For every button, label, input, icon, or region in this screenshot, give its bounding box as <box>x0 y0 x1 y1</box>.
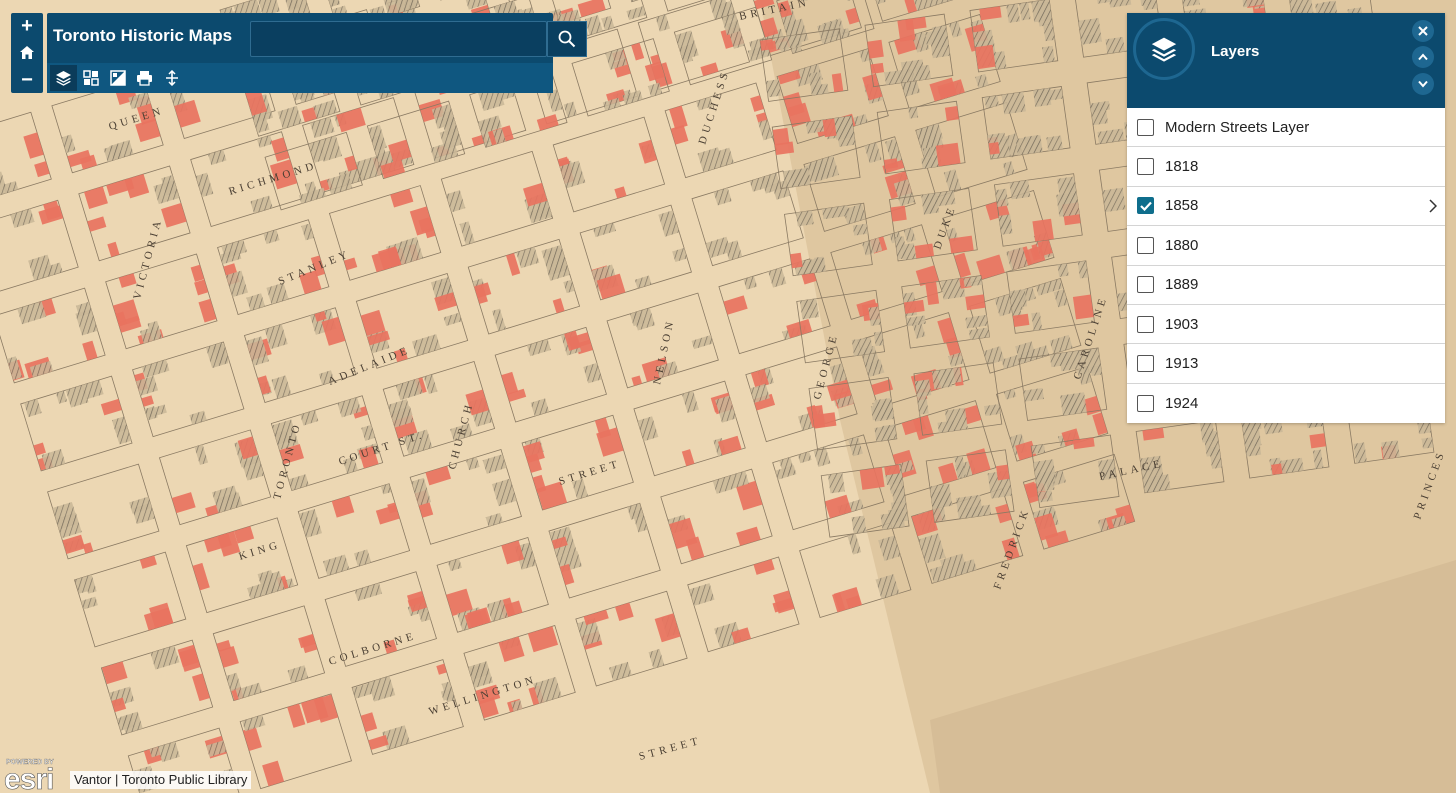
legend-button[interactable] <box>104 65 131 91</box>
layer-label: 1913 <box>1165 355 1199 373</box>
layer-checkbox[interactable] <box>1137 118 1154 136</box>
print-icon <box>137 71 152 86</box>
layer-expand-button[interactable] <box>1429 199 1438 218</box>
zoom-out-button[interactable]: − <box>11 67 43 93</box>
layer-list: Modern Streets Layer 1818 1858 1880 1889 1903… <box>1127 108 1445 423</box>
zoom-in-button[interactable]: + <box>11 13 43 39</box>
layer-label: 1924 <box>1165 394 1199 412</box>
layers-panel: Layers Modern Streets Layer 1818 1858 1880 1… <box>1127 13 1445 423</box>
layers-panel-header: Layers <box>1127 13 1445 108</box>
chevron-down-icon <box>1418 80 1428 88</box>
print-button[interactable] <box>131 65 158 91</box>
search-button[interactable] <box>547 21 587 57</box>
layer-label: 1880 <box>1165 236 1199 254</box>
layer-checkbox[interactable] <box>1137 355 1154 373</box>
layer-label: Modern Streets Layer <box>1165 118 1310 136</box>
layer-item[interactable]: 1924 <box>1127 384 1445 423</box>
layers-icon <box>1151 37 1177 62</box>
layer-checkbox[interactable] <box>1137 315 1154 333</box>
layer-item[interactable]: 1818 <box>1127 147 1445 187</box>
layer-checkbox[interactable] <box>1137 158 1154 176</box>
layer-checkbox[interactable] <box>1137 197 1154 215</box>
chevron-right-icon <box>1429 199 1438 213</box>
next-panel-button[interactable] <box>1412 73 1434 95</box>
layers-panel-icon <box>1133 18 1195 80</box>
layer-label: 1818 <box>1165 158 1199 176</box>
legend-icon <box>109 70 126 86</box>
close-panel-button[interactable] <box>1412 20 1434 42</box>
home-icon <box>20 46 34 60</box>
previous-panel-button[interactable] <box>1412 46 1434 68</box>
chevron-up-icon <box>1418 53 1428 61</box>
layer-checkbox[interactable] <box>1137 394 1154 412</box>
widget-toolbar <box>47 63 553 93</box>
close-icon <box>1418 26 1428 36</box>
measure-icon <box>165 70 178 86</box>
layers-icon <box>56 71 71 86</box>
layer-checkbox[interactable] <box>1137 236 1154 254</box>
layer-item[interactable]: 1903 <box>1127 305 1445 345</box>
measure-button[interactable] <box>158 65 185 91</box>
svg-text:esri: esri <box>4 763 53 792</box>
esri-logo: POWERED BY esri <box>4 759 55 792</box>
layer-item[interactable]: 1880 <box>1127 226 1445 266</box>
checkmark-icon <box>1139 201 1152 211</box>
home-button[interactable] <box>11 40 43 66</box>
basemap-gallery-icon <box>82 70 99 86</box>
app-header: Toronto Historic Maps <box>47 13 587 93</box>
layer-checkbox[interactable] <box>1137 276 1154 294</box>
layer-item[interactable]: 1913 <box>1127 344 1445 384</box>
layer-label: 1903 <box>1165 315 1199 333</box>
layers-tool-button[interactable] <box>50 65 77 91</box>
map-attribution: Vantor | Toronto Public Library <box>70 771 252 789</box>
basemap-gallery-button[interactable] <box>77 65 104 91</box>
zoom-controls: + − <box>11 13 43 93</box>
layers-panel-title: Layers <box>1211 43 1260 60</box>
layer-label: 1858 <box>1165 197 1199 215</box>
layer-item[interactable]: 1889 <box>1127 266 1445 305</box>
layer-label: 1889 <box>1165 276 1199 294</box>
layer-item[interactable]: 1858 <box>1127 187 1445 227</box>
search-icon <box>558 30 576 48</box>
search-input[interactable] <box>250 21 547 57</box>
layer-item[interactable]: Modern Streets Layer <box>1127 108 1445 148</box>
app-title: Toronto Historic Maps <box>53 26 233 45</box>
